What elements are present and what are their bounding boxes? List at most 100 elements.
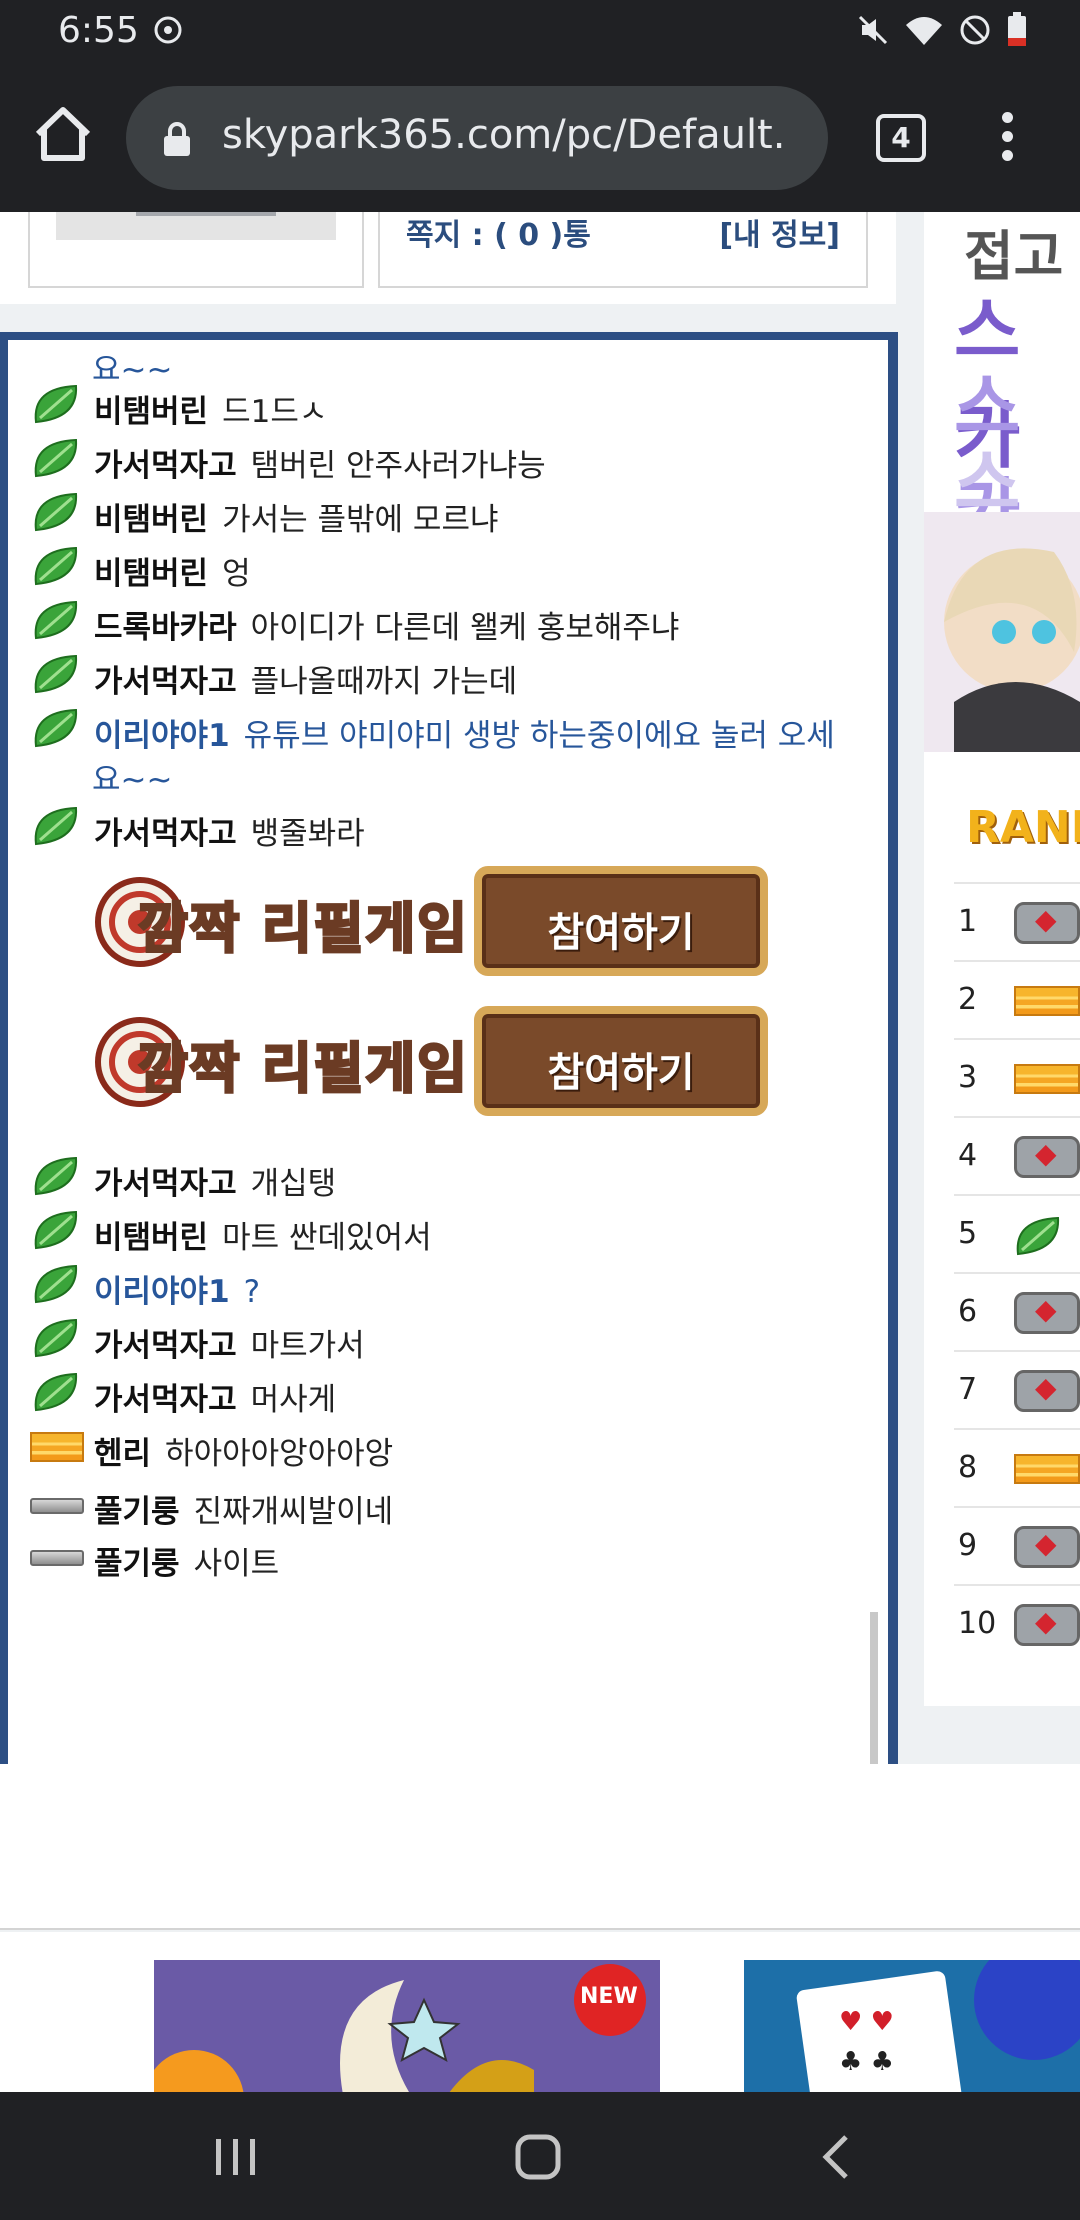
chat-message: 가서먹자고 플나올때까지 가는데 bbox=[94, 656, 517, 701]
chat-message: 비탬버린 마트 싼데있어서 bbox=[94, 1212, 432, 1257]
status-bar: 6:55 bbox=[0, 0, 1080, 64]
refill-game-banner: 깜짝 리필게임 참여하기 bbox=[94, 866, 768, 980]
rank-number: 9 bbox=[958, 1528, 978, 1563]
home-nav-icon[interactable] bbox=[498, 2122, 578, 2192]
chat-nickname[interactable]: 가서먹자고 bbox=[94, 1328, 237, 1364]
chat-message: 가서먹자고 마트가서 bbox=[94, 1320, 365, 1365]
chat-nickname[interactable]: 비탬버린 bbox=[94, 556, 208, 592]
leaf-rank-icon bbox=[32, 382, 80, 426]
moon-game-art bbox=[154, 1960, 660, 2092]
chat-nickname[interactable]: 가서먹자고 bbox=[94, 1382, 237, 1418]
chat-nickname[interactable]: 비탬버린 bbox=[94, 502, 208, 538]
tab-switcher-button[interactable]: 4 bbox=[876, 114, 926, 162]
recent-apps-icon[interactable] bbox=[196, 2122, 276, 2192]
back-nav-icon[interactable] bbox=[800, 2122, 880, 2192]
chat-nickname[interactable]: 비탬버린 bbox=[94, 1220, 208, 1256]
rank-row[interactable]: 10 bbox=[954, 1584, 1080, 1662]
game-tile-cards[interactable]: ♥ ♥ ♣ ♣ bbox=[744, 1960, 1080, 2092]
rank-number: 8 bbox=[958, 1450, 978, 1485]
chat-message: 이리야야1? bbox=[94, 1266, 260, 1311]
message-count-link[interactable]: 쪽지 : ( 0 )통 bbox=[406, 212, 591, 254]
rank-row[interactable]: 2 bbox=[954, 960, 1080, 1038]
rank-number: 5 bbox=[958, 1216, 978, 1251]
svg-text:♣ ♣: ♣ ♣ bbox=[839, 2047, 894, 2077]
chat-text: 사이트 bbox=[193, 1546, 280, 1582]
chat-message: 드록바카라 아이디가 다른데 왤케 홍보해주냐 bbox=[94, 602, 679, 647]
gold-rank-icon bbox=[30, 1432, 84, 1462]
leaf-rank-icon bbox=[32, 598, 80, 642]
promo-banner[interactable]: 접고 스카 스카 스카 bbox=[924, 212, 1080, 752]
chat-nickname[interactable]: 풀기룽 bbox=[94, 1546, 180, 1582]
chat-nickname[interactable]: 가서먹자고 bbox=[94, 664, 237, 700]
chat-message: 헨리 하아아아앙아아앙 bbox=[94, 1428, 393, 1473]
leaf-rank-icon bbox=[32, 1316, 80, 1360]
home-icon[interactable] bbox=[30, 102, 96, 168]
chat-message: 비탬버린 엉 bbox=[94, 548, 251, 593]
chat-message: 가서먹자고 탬버린 안주사러가냐능 bbox=[94, 440, 546, 485]
overflow-menu-icon[interactable] bbox=[994, 108, 1020, 168]
address-bar[interactable]: skypark365.com/pc/Default. bbox=[126, 86, 828, 190]
chat-text: 개십탱 bbox=[250, 1166, 337, 1202]
game-tile-moon[interactable]: NEW bbox=[154, 1960, 660, 2092]
chat-text: 진짜개씨발이네 bbox=[193, 1494, 394, 1530]
chat-nickname[interactable]: 이리야야1 bbox=[94, 1274, 230, 1310]
chat-nickname[interactable]: 이리야야1 bbox=[94, 718, 230, 754]
chat-nickname[interactable]: 비탬버린 bbox=[94, 394, 208, 430]
rank-row[interactable]: 6 bbox=[954, 1272, 1080, 1350]
gold-rank-icon bbox=[1014, 1454, 1080, 1484]
user-info-box: 쪽지 : ( 0 )통 [내 정보] bbox=[378, 212, 868, 288]
chat-nickname[interactable]: 드록바카라 bbox=[94, 610, 237, 646]
chat-nickname[interactable]: 풀기룽 bbox=[94, 1494, 180, 1530]
rank-title: RANK bbox=[966, 802, 1080, 853]
chat-nickname[interactable]: 가서먹자고 bbox=[94, 816, 237, 852]
header-boxes: 쪽지 : ( 0 )통 [내 정보] bbox=[0, 212, 896, 304]
chat-text: 마트 싼데있어서 bbox=[222, 1220, 432, 1256]
chat-message: 풀기룽 사이트 bbox=[94, 1538, 279, 1583]
chat-log[interactable]: 요~~ 비탬버린 드1드ㅅ 가서먹자고 탬버린 안주사러가냐능 비탬버린 가서는 플밖에 모… bbox=[8, 340, 888, 1820]
leaf-rank-icon bbox=[32, 652, 80, 696]
mute-icon bbox=[858, 15, 888, 45]
silver-rank-icon bbox=[1014, 902, 1080, 944]
leaf-rank-icon bbox=[32, 1262, 80, 1306]
join-event-button[interactable]: 참여하기 bbox=[474, 866, 768, 976]
silver-rank-icon bbox=[1014, 1292, 1080, 1334]
battery-icon bbox=[1008, 12, 1026, 46]
chat-message: 가서먹자고 개십탱 bbox=[94, 1158, 336, 1203]
my-info-link[interactable]: [내 정보] bbox=[719, 212, 840, 254]
chat-nickname[interactable]: 가서먹자고 bbox=[94, 1166, 237, 1202]
leaf-rank-icon bbox=[32, 1154, 80, 1198]
chat-nickname[interactable]: 가서먹자고 bbox=[94, 448, 237, 484]
rank-row[interactable]: 4 bbox=[954, 1116, 1080, 1194]
join-event-button[interactable]: 참여하기 bbox=[474, 1006, 768, 1116]
svg-text:♥ ♥: ♥ ♥ bbox=[839, 2007, 894, 2037]
spacer-band bbox=[0, 1764, 1080, 1930]
rank-number: 6 bbox=[958, 1294, 978, 1329]
chat-nickname[interactable]: 헨리 bbox=[94, 1436, 151, 1472]
chat-message: 풀기룽 진짜개씨발이네 bbox=[94, 1486, 393, 1531]
right-sidebar: 접고 스카 스카 스카 RANK 1 2 3 4 5 6 7 8 9 10 bbox=[924, 212, 1080, 1706]
rank-row[interactable]: 3 bbox=[954, 1038, 1080, 1116]
silver-rank-icon bbox=[1014, 1370, 1080, 1412]
rank-row[interactable]: 1 bbox=[954, 882, 1080, 960]
leaf-rank-icon bbox=[1014, 1214, 1062, 1258]
chat-message: 가서먹자고 뱅줄봐라 bbox=[94, 808, 365, 853]
profile-box bbox=[28, 212, 364, 288]
rank-number: 7 bbox=[958, 1372, 978, 1407]
leaf-rank-icon bbox=[32, 490, 80, 534]
event-title-text: 깜짝 리필게임 bbox=[137, 896, 469, 962]
rank-row[interactable]: 8 bbox=[954, 1428, 1080, 1506]
lock-icon bbox=[164, 122, 190, 156]
chat-text: 요~~ bbox=[92, 352, 173, 388]
ranking-box: RANK 1 2 3 4 5 6 7 8 9 10 bbox=[924, 782, 1080, 1706]
silver-rank-icon bbox=[1014, 1604, 1080, 1646]
rank-row[interactable]: 9 bbox=[954, 1506, 1080, 1584]
rank-row[interactable]: 5 bbox=[954, 1194, 1080, 1272]
rank-row[interactable]: 7 bbox=[954, 1350, 1080, 1428]
status-icons bbox=[856, 12, 1028, 48]
chat-message: 요~~ bbox=[92, 754, 172, 799]
chat-message: 요~~ bbox=[92, 344, 172, 389]
url-text: skypark365.com/pc/Default. bbox=[222, 112, 786, 158]
chat-text: 요~~ bbox=[92, 762, 173, 798]
chat-text: 플나올때까지 가는데 bbox=[250, 664, 518, 700]
leaf-rank-icon bbox=[32, 436, 80, 480]
